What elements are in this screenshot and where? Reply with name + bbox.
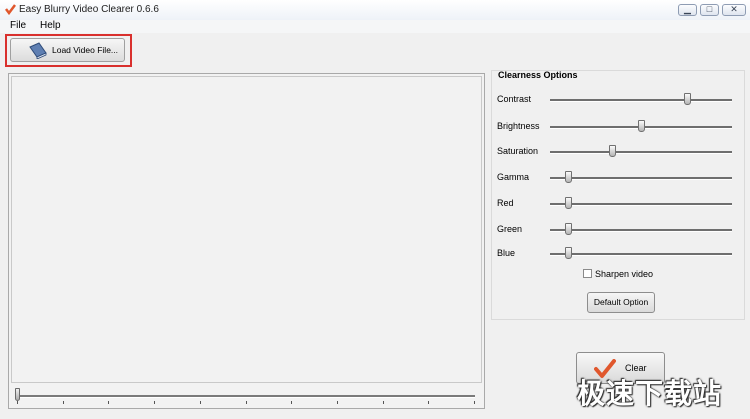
window-title: Easy Blurry Video Clearer 0.6.6	[19, 4, 159, 15]
seek-tick	[382, 401, 384, 404]
slider-label-red: Red	[497, 198, 514, 208]
slider-label-blue: Blue	[497, 248, 516, 258]
options-title: Clearness Options	[498, 70, 578, 80]
slider-label-saturation: Saturation	[497, 146, 539, 156]
book-icon	[29, 42, 47, 59]
slider-label-contrast: Contrast	[497, 94, 532, 104]
close-button[interactable]: ✕	[722, 4, 746, 16]
sharpen-label: Sharpen video	[595, 269, 654, 279]
maximize-button[interactable]: □	[700, 4, 719, 16]
slider-thumb-brightness[interactable]	[638, 120, 645, 132]
app-icon	[5, 4, 16, 15]
slider-thumb-saturation[interactable]	[608, 145, 616, 157]
slider-thumb-red[interactable]	[565, 197, 573, 209]
seek-tick	[474, 401, 475, 404]
seek-tick	[199, 401, 201, 404]
load-video-button[interactable]: Load Video File...	[10, 38, 125, 62]
video-panel	[8, 73, 485, 409]
slider-track-blue[interactable]	[550, 253, 732, 256]
menu-help[interactable]: Help	[40, 20, 61, 31]
minimize-icon: ▁	[684, 4, 691, 14]
default-option-button[interactable]: Default Option	[587, 292, 655, 313]
minimize-button[interactable]: ▁	[678, 4, 697, 16]
seek-tick	[17, 401, 18, 404]
seek-slider-track[interactable]	[17, 395, 475, 398]
seek-slider-thumb[interactable]	[15, 388, 20, 401]
menu-file[interactable]: File	[10, 20, 26, 31]
slider-label-brightness: Brightness	[497, 121, 540, 131]
seek-tick	[154, 401, 156, 404]
slider-label-green: Green	[497, 224, 523, 234]
slider-track-red[interactable]	[550, 203, 732, 206]
maximize-icon: □	[706, 4, 713, 14]
slider-thumb-blue[interactable]	[565, 247, 573, 259]
menu-bar: File Help	[0, 20, 750, 33]
slider-thumb-gamma[interactable]	[565, 171, 573, 183]
slider-track-gamma[interactable]	[550, 177, 732, 180]
slider-track-contrast[interactable]	[550, 99, 732, 102]
seek-tick	[62, 401, 64, 404]
slider-track-green[interactable]	[550, 229, 732, 232]
close-icon: ✕	[730, 4, 738, 14]
seek-tick	[336, 401, 338, 404]
seek-tick	[291, 401, 293, 404]
clearness-options-panel	[491, 70, 745, 320]
seek-tick	[108, 401, 110, 404]
seek-tick	[428, 401, 430, 404]
slider-thumb-contrast[interactable]	[683, 93, 691, 105]
seek-tick	[245, 401, 247, 404]
title-bar: Easy Blurry Video Clearer 0.6.6 ▁ □ ✕	[0, 0, 750, 21]
slider-track-saturation[interactable]	[550, 151, 732, 154]
video-preview	[11, 76, 482, 383]
slider-label-gamma: Gamma	[497, 172, 530, 182]
slider-thumb-green[interactable]	[565, 223, 573, 235]
load-video-label: Load Video File...	[52, 45, 118, 55]
sharpen-checkbox[interactable]	[583, 269, 592, 278]
watermark-text: 极速下载站	[577, 377, 723, 410]
